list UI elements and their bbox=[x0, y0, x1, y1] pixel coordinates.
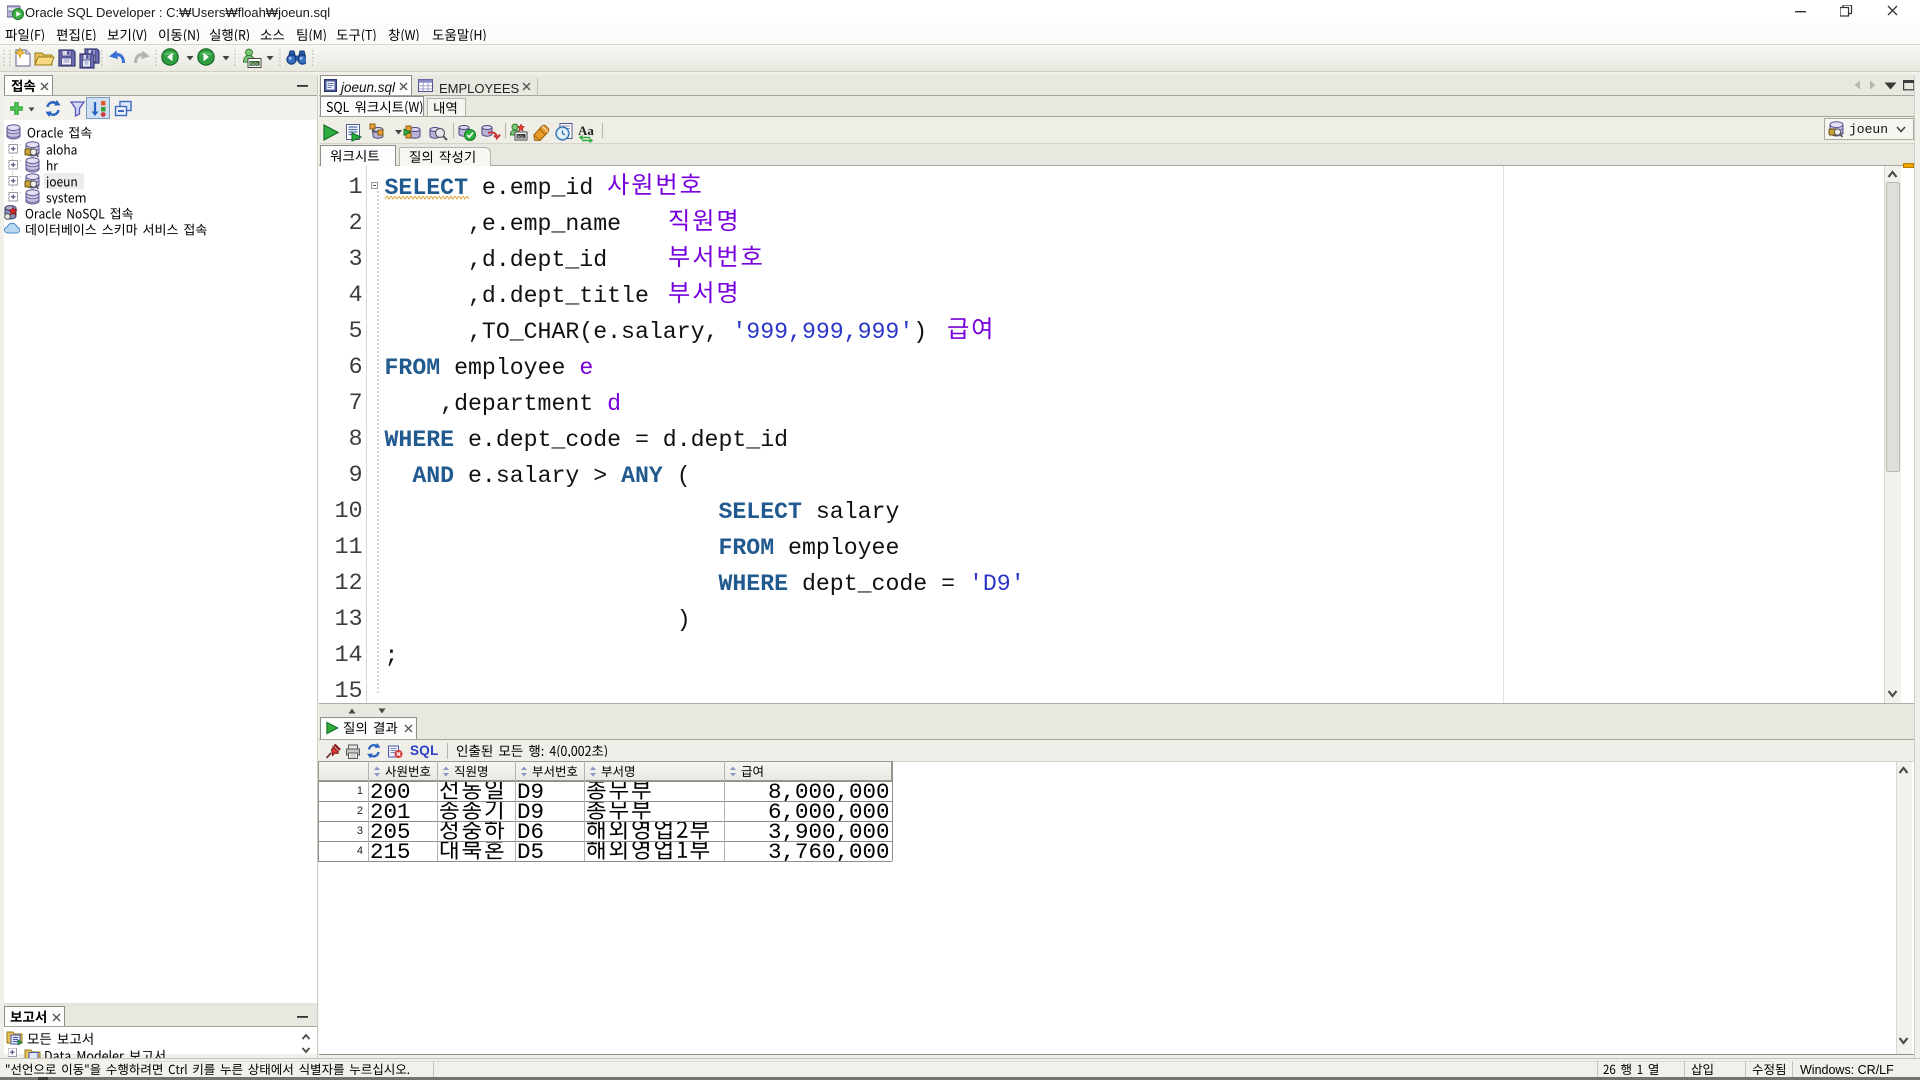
svg-text:SQL: SQL bbox=[250, 61, 260, 66]
svg-text:SQL: SQL bbox=[517, 135, 525, 139]
svg-text:Aa: Aa bbox=[578, 123, 594, 138]
